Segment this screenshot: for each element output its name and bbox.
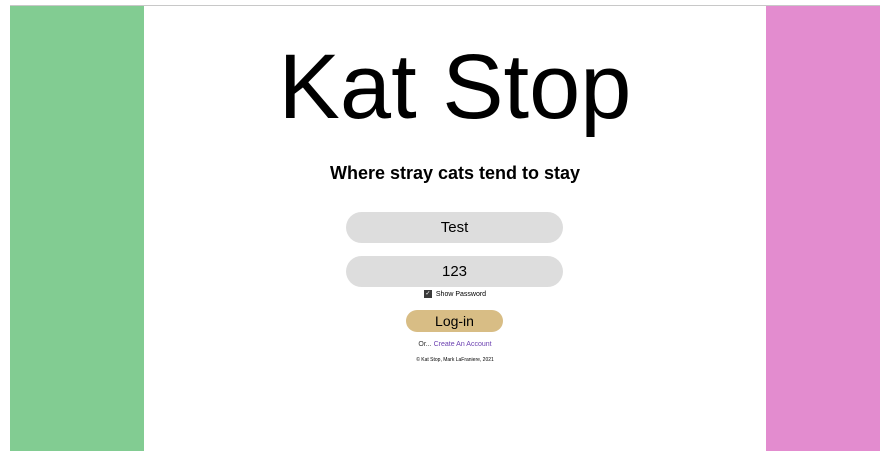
username-input[interactable]	[346, 212, 563, 243]
show-password-row: ✓ Show Password	[144, 290, 766, 298]
page: Kat Stop Where stray cats tend to stay ✓…	[0, 0, 888, 451]
login-panel: Kat Stop Where stray cats tend to stay ✓…	[144, 6, 766, 451]
login-button[interactable]: Log-in	[406, 310, 503, 332]
show-password-label: Show Password	[435, 290, 487, 298]
create-account-link[interactable]: Create An Account	[434, 341, 492, 348]
create-account-row: Or... Create An Account	[144, 341, 766, 348]
site-title: Kat Stop	[278, 36, 632, 138]
or-text: Or...	[418, 341, 432, 348]
password-input[interactable]	[346, 256, 563, 287]
left-decorative-band	[10, 6, 144, 451]
right-decorative-band	[766, 6, 880, 451]
site-tagline: Where stray cats tend to stay	[329, 163, 581, 183]
copyright-text: © Kat Stop, Mark LaFraniere, 2021	[416, 357, 494, 363]
show-password-checkbox[interactable]: ✓	[423, 290, 432, 298]
